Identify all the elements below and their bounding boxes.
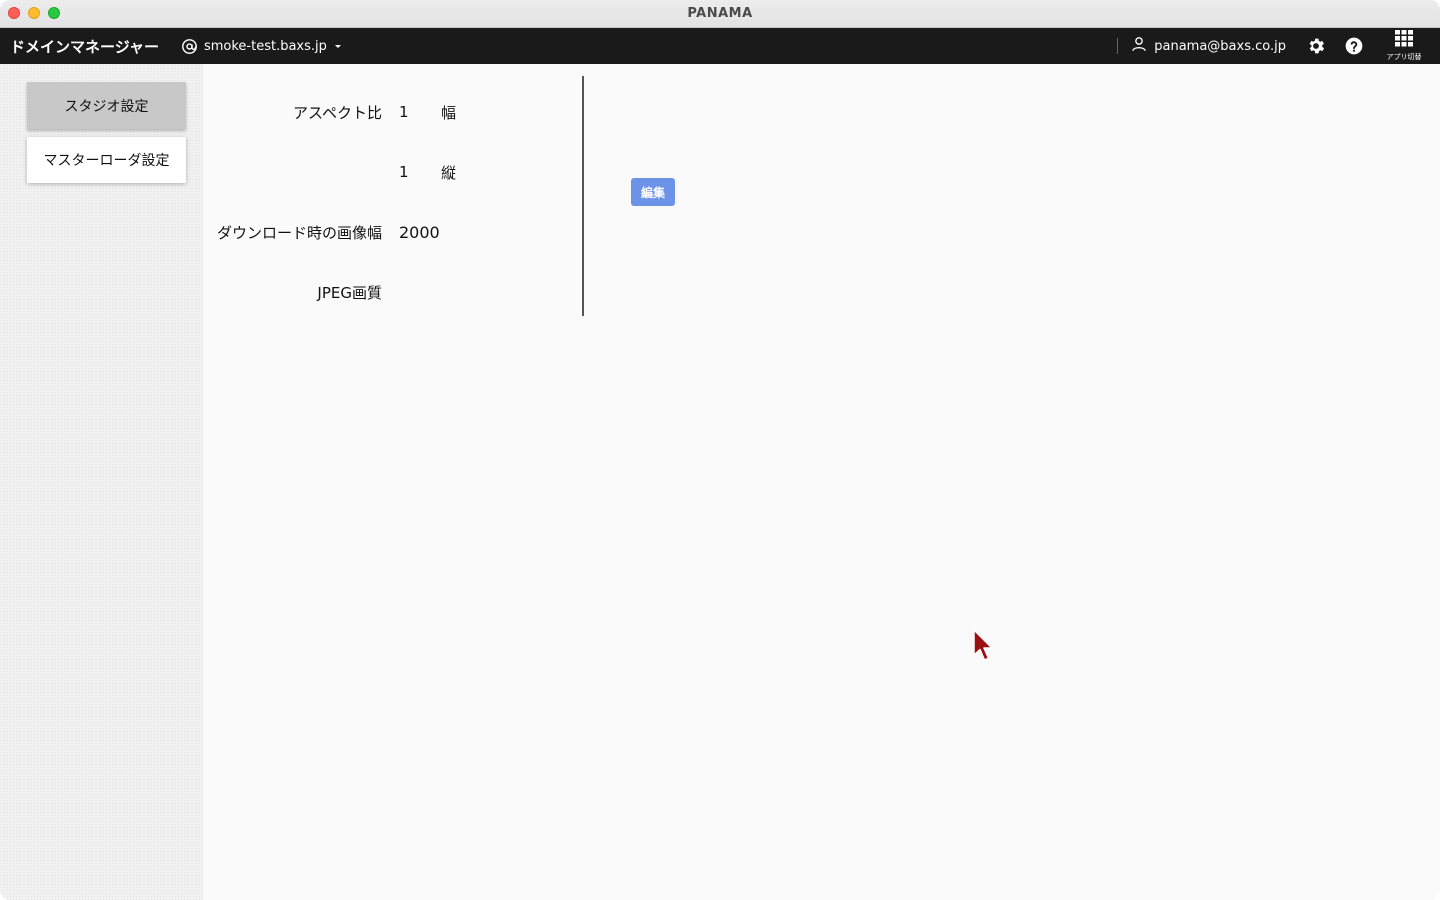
mouse-cursor-icon bbox=[972, 629, 994, 667]
traffic-lights bbox=[8, 7, 60, 19]
gear-icon[interactable] bbox=[1306, 36, 1326, 56]
user-email: panama@baxs.co.jp bbox=[1154, 38, 1286, 54]
app-switcher-label: アプリ切替 bbox=[1386, 53, 1422, 61]
edit-button[interactable]: 編集 bbox=[631, 178, 675, 206]
aspect-height-row: 1 縦 bbox=[204, 160, 582, 184]
minimize-window-button[interactable] bbox=[28, 7, 40, 19]
aspect-width-row: アスペクト比 1 幅 bbox=[204, 100, 582, 124]
sidebar-item-studio-settings[interactable]: スタジオ設定 bbox=[27, 82, 186, 129]
download-width-value: 2000 bbox=[399, 222, 440, 242]
section-divider bbox=[582, 76, 584, 316]
aspect-width-value: 1 bbox=[399, 103, 409, 121]
app-window: PANAMA ドメインマネージャー smoke-test.baxs.jp pan… bbox=[0, 0, 1440, 900]
aspect-width-unit: 幅 bbox=[441, 103, 457, 122]
main-content: アスペクト比 1 幅 1 縦 ダウンロード時の画像幅 2000 JPEG画質 編… bbox=[204, 64, 1440, 900]
jpeg-quality-label: JPEG画質 bbox=[317, 283, 382, 302]
window-title: PANAMA bbox=[687, 6, 753, 21]
sidebar-item-label: マスターローダ設定 bbox=[43, 153, 170, 169]
app-switcher[interactable]: アプリ切替 bbox=[1382, 30, 1426, 62]
user-icon bbox=[1130, 35, 1148, 57]
header-divider bbox=[1117, 38, 1119, 54]
header-right: panama@baxs.co.jp アプリ切替 bbox=[1117, 28, 1440, 64]
window-titlebar: PANAMA bbox=[0, 0, 1440, 28]
domain-name: smoke-test.baxs.jp bbox=[203, 38, 327, 54]
user-menu[interactable]: panama@baxs.co.jp bbox=[1130, 35, 1286, 57]
app-header: ドメインマネージャー smoke-test.baxs.jp panama@bax… bbox=[0, 28, 1440, 64]
aspect-ratio-label: アスペクト比 bbox=[293, 103, 382, 122]
download-width-label: ダウンロード時の画像幅 bbox=[216, 223, 382, 242]
download-width-row: ダウンロード時の画像幅 2000 bbox=[204, 220, 582, 244]
maximize-window-button[interactable] bbox=[48, 7, 60, 19]
aspect-height-unit: 縦 bbox=[441, 163, 457, 182]
aspect-height-value: 1 bbox=[399, 163, 409, 181]
app-title[interactable]: ドメインマネージャー bbox=[10, 36, 159, 57]
domain-selector[interactable]: smoke-test.baxs.jp bbox=[181, 38, 343, 55]
help-icon[interactable] bbox=[1344, 36, 1364, 56]
sidebar-item-master-loader-settings[interactable]: マスターローダ設定 bbox=[27, 137, 186, 183]
chevron-down-icon bbox=[333, 41, 343, 51]
sidebar: スタジオ設定 マスターローダ設定 bbox=[0, 64, 203, 900]
grid-icon bbox=[1394, 30, 1414, 51]
close-window-button[interactable] bbox=[8, 7, 20, 19]
at-sign-icon bbox=[181, 38, 198, 55]
jpeg-quality-row: JPEG画質 bbox=[204, 280, 582, 304]
sidebar-item-label: スタジオ設定 bbox=[64, 98, 149, 115]
